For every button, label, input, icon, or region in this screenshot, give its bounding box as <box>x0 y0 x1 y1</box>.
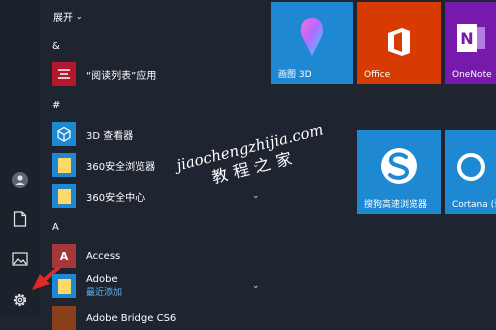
cortana-icon <box>457 153 485 181</box>
cube-icon <box>52 122 76 146</box>
tile-label: 搜狗高速浏览器 <box>364 200 428 210</box>
app-item-access[interactable]: A Access <box>52 244 262 268</box>
settings-button[interactable] <box>8 288 32 312</box>
app-name: 360安全中心 <box>86 192 146 204</box>
gear-icon <box>13 293 27 307</box>
chevron-down-icon: ⌄ <box>252 281 260 291</box>
expand-label: 展开 <box>53 13 73 24</box>
app-name: “阅读列表”应用 <box>86 70 157 82</box>
svg-text:N: N <box>460 29 473 48</box>
folder-icon <box>52 184 76 208</box>
chevron-down-icon: ⌄ <box>252 191 260 201</box>
sogou-browser-icon <box>381 148 417 184</box>
document-icon <box>13 211 27 227</box>
reading-list-icon <box>52 62 76 86</box>
paint-3d-icon <box>300 18 324 56</box>
app-item-adobe[interactable]: Adobe 最近添加 ⌄ <box>52 272 262 300</box>
app-name: 360安全浏览器 <box>86 161 156 173</box>
tile-label: OneNote <box>452 70 492 80</box>
app-item-adobe-bridge[interactable]: Adobe Bridge CS6 <box>52 306 262 330</box>
app-name: Access <box>86 250 121 262</box>
chevron-down-icon: ⌄ <box>76 12 83 21</box>
tile-label: Office <box>364 70 391 80</box>
app-name: 3D 查看器 <box>86 130 134 142</box>
group-header-a[interactable]: A <box>52 222 59 233</box>
expand-button[interactable]: 展开 ⌄ <box>53 9 83 24</box>
office-icon <box>388 28 410 56</box>
access-icon: A <box>52 244 76 268</box>
tile-office[interactable]: Office <box>357 2 441 84</box>
group-header-amp[interactable]: & <box>52 41 60 52</box>
user-avatar-icon <box>12 172 28 188</box>
tile-sogou-browser[interactable]: 搜狗高速浏览器 <box>357 130 441 214</box>
app-name: Adobe <box>86 274 118 285</box>
tile-onenote[interactable]: N OneNote <box>445 2 496 84</box>
folder-icon <box>52 274 76 298</box>
app-name: Adobe Bridge CS6 <box>86 312 177 324</box>
user-account-button[interactable] <box>8 168 32 192</box>
recently-added-label: 最近添加 <box>86 288 123 298</box>
tile-paint-3d[interactable]: 画图 3D <box>271 2 353 84</box>
picture-icon <box>12 252 28 266</box>
pictures-button[interactable] <box>8 247 32 271</box>
folder-icon <box>52 153 76 177</box>
app-item-360-center[interactable]: 360安全中心 ⌄ <box>52 184 262 208</box>
tile-label: Cortana (语 <box>452 200 496 210</box>
onenote-icon: N <box>457 24 485 52</box>
bridge-icon <box>52 306 76 330</box>
tile-label: 画图 3D <box>278 70 312 80</box>
app-item-reading-list[interactable]: “阅读列表”应用 <box>52 62 262 86</box>
documents-button[interactable] <box>8 207 32 231</box>
group-header-hash[interactable]: # <box>52 100 60 111</box>
tile-cortana[interactable]: Cortana (语 <box>445 130 496 214</box>
